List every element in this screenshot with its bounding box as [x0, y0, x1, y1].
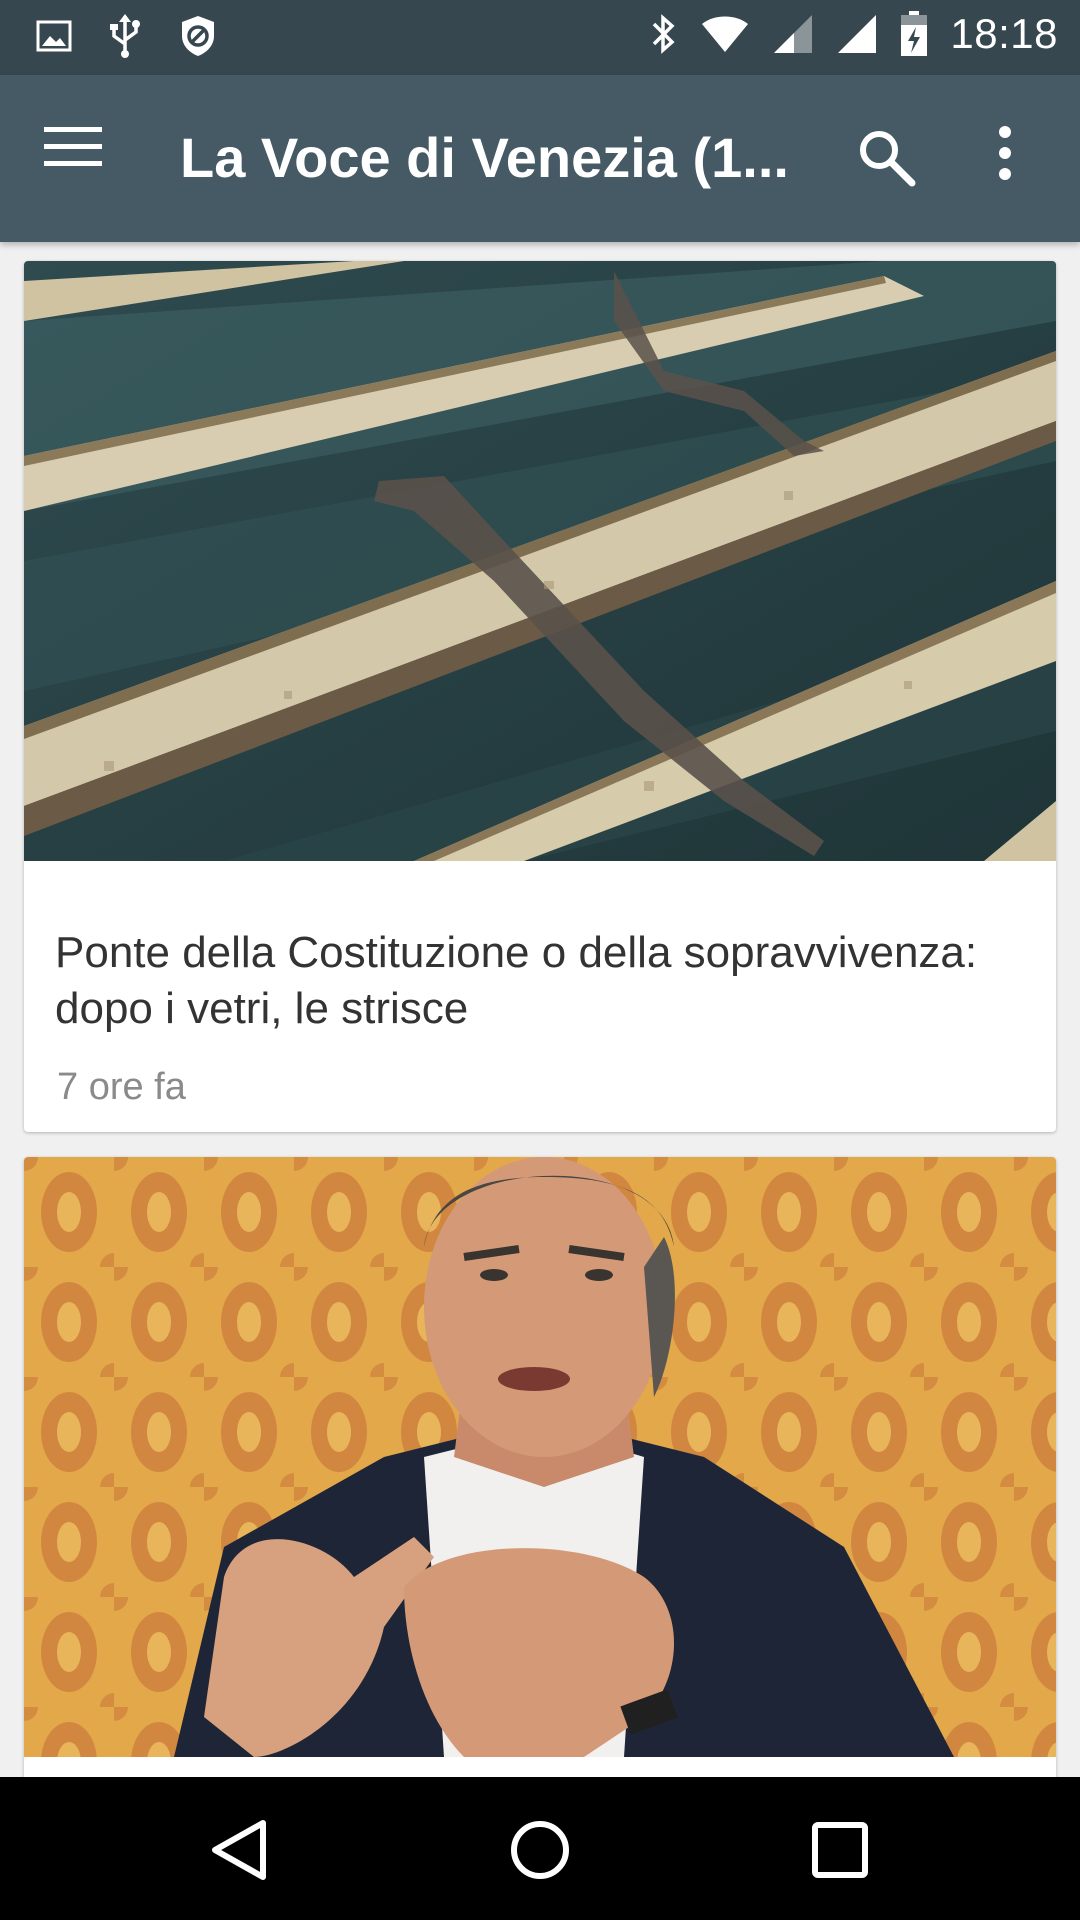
app-title: La Voce di Venezia (1... [180, 126, 789, 189]
back-icon [205, 1820, 275, 1889]
article-card[interactable] [24, 1157, 1056, 1777]
home-icon [505, 1821, 575, 1889]
menu-icon [44, 127, 104, 173]
block-icon [178, 14, 218, 58]
signal-full-icon [836, 13, 878, 55]
status-left-icons [36, 14, 218, 58]
status-right-icons: 18:18 [648, 10, 1058, 58]
more-options-button[interactable] [990, 125, 1030, 193]
back-button[interactable] [205, 1815, 275, 1885]
battery-charging-icon [900, 11, 928, 57]
status-bar: 18:18 [0, 0, 1080, 75]
more-vert-icon [990, 126, 1020, 185]
navigation-bar [0, 1777, 1080, 1920]
recents-button[interactable] [805, 1815, 875, 1885]
signal-icon [772, 13, 814, 55]
app-bar: La Voce di Venezia (1... [0, 75, 1080, 242]
search-button[interactable] [856, 127, 920, 191]
search-icon [856, 131, 916, 191]
home-button[interactable] [505, 1815, 575, 1885]
article-time: 7 ore fa [57, 1066, 186, 1108]
bluetooth-icon [648, 12, 678, 56]
article-title: Ponte della Costituzione o della sopravv… [55, 928, 978, 1033]
image-icon [36, 20, 72, 52]
menu-button[interactable] [44, 125, 124, 185]
recents-icon [805, 1822, 875, 1889]
article-image-bridge-steps [24, 261, 1056, 861]
status-clock: 18:18 [950, 10, 1058, 57]
article-card[interactable]: Ponte della Costituzione o della sopravv… [24, 261, 1056, 1132]
usb-icon [108, 14, 142, 58]
wifi-icon [700, 14, 750, 54]
article-feed: Ponte della Costituzione o della sopravv… [0, 242, 1080, 1777]
article-image-portrait [24, 1157, 1056, 1757]
